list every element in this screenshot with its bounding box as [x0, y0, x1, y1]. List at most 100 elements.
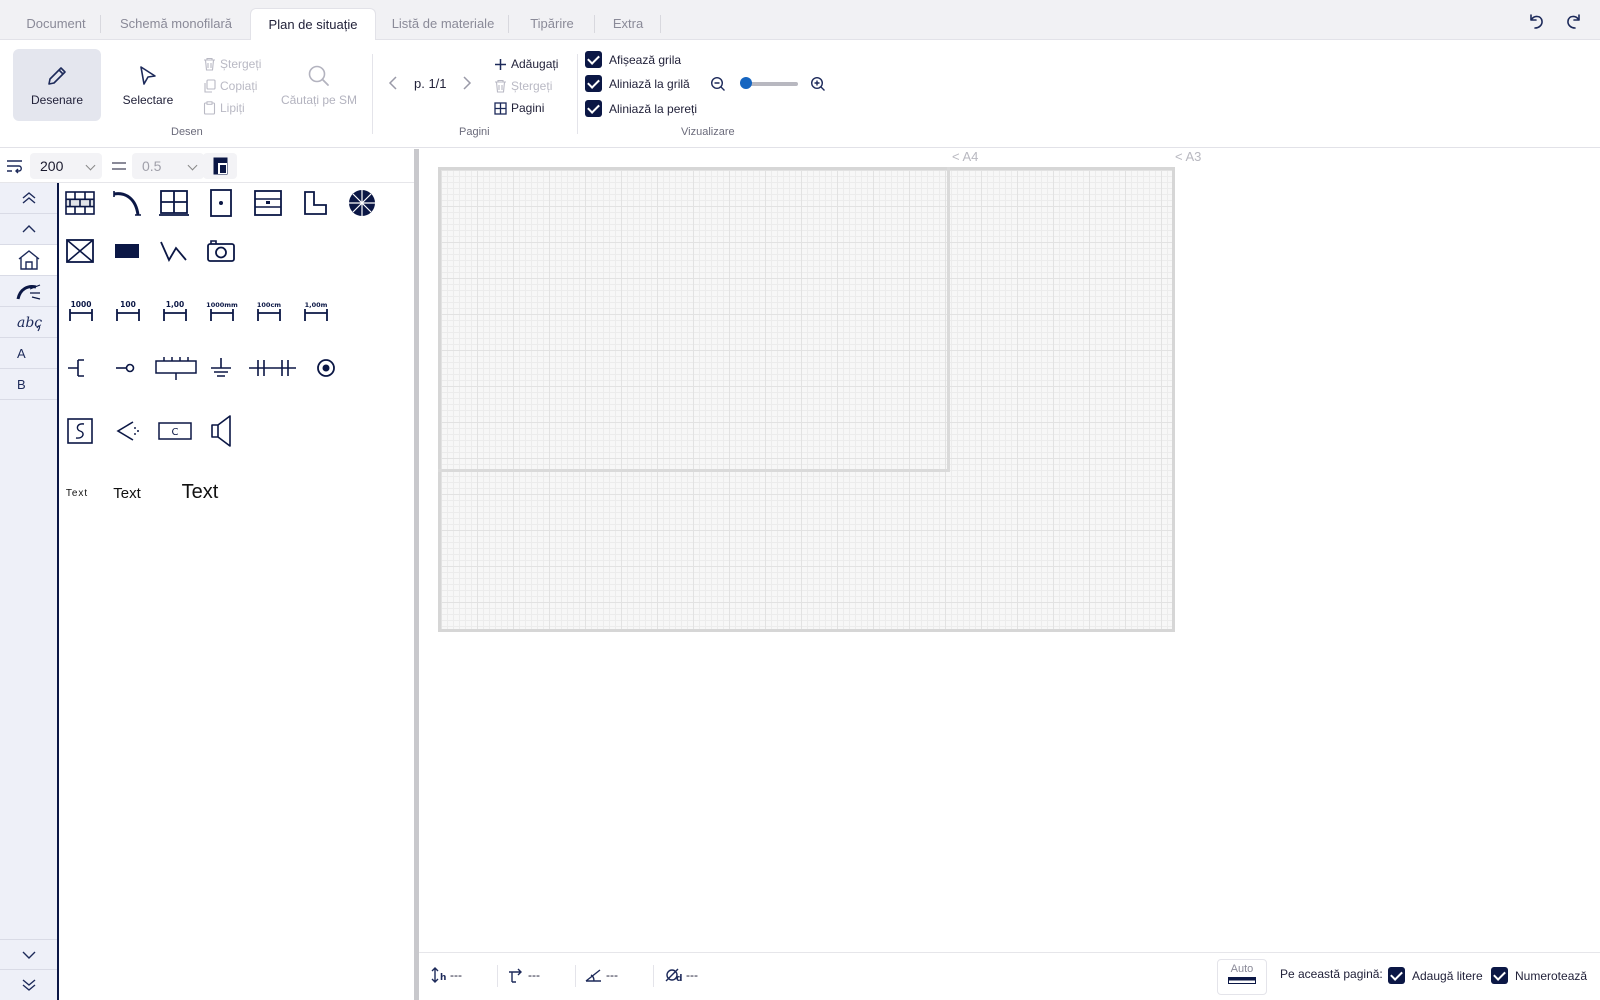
snap-walls-label: Aliniază la pereți: [609, 102, 698, 116]
category-handwriting[interactable]: abc: [0, 307, 57, 338]
a4-frame-outline: [438, 167, 950, 472]
svg-text:d: d: [676, 974, 682, 983]
corner-wall-symbol[interactable]: [298, 187, 332, 219]
select-button[interactable]: Selectare: [104, 49, 192, 121]
lamp-icon: [16, 284, 40, 300]
door-arc-symbol[interactable]: [110, 187, 144, 219]
socket-box-icon: [210, 189, 232, 217]
category-electrical[interactable]: [0, 276, 57, 307]
zoom-out-icon[interactable]: [710, 76, 726, 92]
window-symbol[interactable]: [157, 187, 191, 219]
delete-page-button[interactable]: Ștergeți: [494, 77, 552, 95]
copy-button[interactable]: Copiați: [203, 77, 257, 95]
snap-grid-checkbox[interactable]: Aliniază la grilă: [585, 75, 690, 93]
scale-bar-2[interactable]: 100: [110, 296, 146, 326]
wrap-icon[interactable]: [6, 158, 24, 174]
category-building[interactable]: [0, 245, 57, 276]
search-sm-button[interactable]: Căutați pe SM: [274, 49, 364, 121]
crossed-box-symbol[interactable]: [63, 235, 97, 267]
pages-grid-icon: [494, 102, 507, 115]
house-icon: [18, 250, 39, 270]
show-grid-checkbox[interactable]: Afișează grila: [585, 51, 681, 69]
angle-icon: [585, 969, 601, 982]
tab-bill-of-materials[interactable]: Listă de materiale: [378, 8, 509, 40]
ground-symbol[interactable]: [204, 353, 238, 383]
terminal-icon: [116, 363, 135, 373]
snap-walls-checkbox[interactable]: Aliniază la pereți: [585, 100, 697, 118]
drawing-canvas[interactable]: < A4 < A3: [419, 149, 1600, 952]
scroll-down-button[interactable]: [0, 939, 57, 970]
size-select[interactable]: 200: [30, 153, 102, 179]
pages-label: Pagini: [511, 101, 545, 115]
draw-button[interactable]: Desenare: [13, 49, 101, 121]
sensor-box-symbol[interactable]: [63, 415, 97, 447]
brick-wall-symbol[interactable]: [63, 187, 97, 219]
paste-label: Lipiți: [220, 101, 245, 115]
tab-print[interactable]: Tipărire: [510, 8, 595, 40]
text-large-symbol[interactable]: Text: [171, 477, 229, 507]
motion-detector-symbol[interactable]: [110, 415, 144, 447]
outlet-symbol[interactable]: [309, 353, 343, 383]
tab-single-line-diagram[interactable]: Schemă monofilară: [102, 8, 251, 40]
delete-element-button[interactable]: Ștergeți: [203, 55, 261, 73]
prev-page-icon[interactable]: [387, 75, 399, 91]
scale-bar-4[interactable]: 1000mm: [202, 296, 242, 326]
socket-box-symbol[interactable]: [204, 187, 238, 219]
text-medium-symbol[interactable]: Text: [105, 479, 149, 507]
camera-symbol[interactable]: [204, 235, 238, 267]
scale-bar-3[interactable]: 1,00: [157, 296, 193, 326]
line-width-select[interactable]: 0.5: [132, 153, 204, 179]
category-b[interactable]: B: [0, 369, 57, 400]
paste-button[interactable]: Lipiți: [203, 99, 245, 117]
line-style-swatch-icon: [1228, 977, 1256, 984]
zigzag-line-symbol[interactable]: [157, 235, 191, 267]
redo-icon[interactable]: [1563, 10, 1585, 32]
capacitor-symbol[interactable]: [247, 353, 299, 383]
add-page-button[interactable]: Adăugați: [494, 55, 558, 73]
show-grid-label: Afișează grila: [609, 53, 682, 67]
pages-button[interactable]: Pagini: [494, 99, 544, 117]
scale-bar-5[interactable]: 100cm: [249, 296, 289, 326]
tab-site-plan[interactable]: Plan de situație: [250, 8, 376, 41]
next-page-icon[interactable]: [461, 75, 473, 91]
size-select-value: 200: [40, 158, 64, 174]
scroll-up-button[interactable]: [0, 214, 57, 245]
scale-bar-1[interactable]: 1000: [63, 296, 99, 326]
scale-bar-icon: 1000mm: [206, 301, 238, 321]
corner-wall-icon: [304, 191, 327, 215]
group-label-pagini: Pagini: [459, 126, 490, 138]
color-picker-button[interactable]: [203, 153, 237, 179]
meter-c-symbol[interactable]: C: [155, 415, 195, 447]
scroll-top-button[interactable]: [0, 183, 57, 214]
zoom-slider-handle[interactable]: [740, 77, 752, 89]
undo-icon[interactable]: [1525, 10, 1547, 32]
chevron-down-icon: [85, 160, 96, 171]
angle-readout: ---: [585, 967, 618, 983]
contact-symbol[interactable]: [63, 353, 97, 383]
zoom-in-icon[interactable]: [810, 76, 826, 92]
height-icon: h: [431, 967, 446, 983]
filled-rectangle-symbol[interactable]: [110, 235, 144, 267]
text-small-symbol[interactable]: Text: [59, 479, 95, 507]
cabinet-symbol[interactable]: [251, 187, 285, 219]
auto-line-style-button[interactable]: Auto: [1217, 959, 1267, 995]
category-a[interactable]: A: [0, 338, 57, 369]
tab-extra[interactable]: Extra: [596, 8, 661, 40]
delete-element-label: Ștergeți: [220, 57, 262, 71]
round-fixture-symbol[interactable]: [345, 187, 379, 219]
meter-c-label: C: [172, 427, 179, 438]
speaker-symbol[interactable]: [204, 415, 238, 447]
numbering-checkbox[interactable]: Numerotează: [1491, 967, 1587, 985]
add-letters-checkbox[interactable]: Adaugă litere: [1388, 967, 1483, 985]
scale-bar-6[interactable]: 1,00m: [296, 296, 336, 326]
scroll-bottom-button[interactable]: [0, 970, 57, 1000]
chevron-up-icon: [22, 225, 35, 233]
ground-icon: [211, 358, 231, 377]
busbar-symbol[interactable]: [153, 353, 199, 383]
terminal-symbol[interactable]: [110, 353, 144, 383]
contact-icon: [68, 359, 84, 377]
tab-document[interactable]: Document: [12, 8, 101, 40]
crossed-box-icon: [66, 239, 94, 263]
busbar-icon: [155, 357, 197, 380]
ribbon-divider: [372, 54, 373, 134]
